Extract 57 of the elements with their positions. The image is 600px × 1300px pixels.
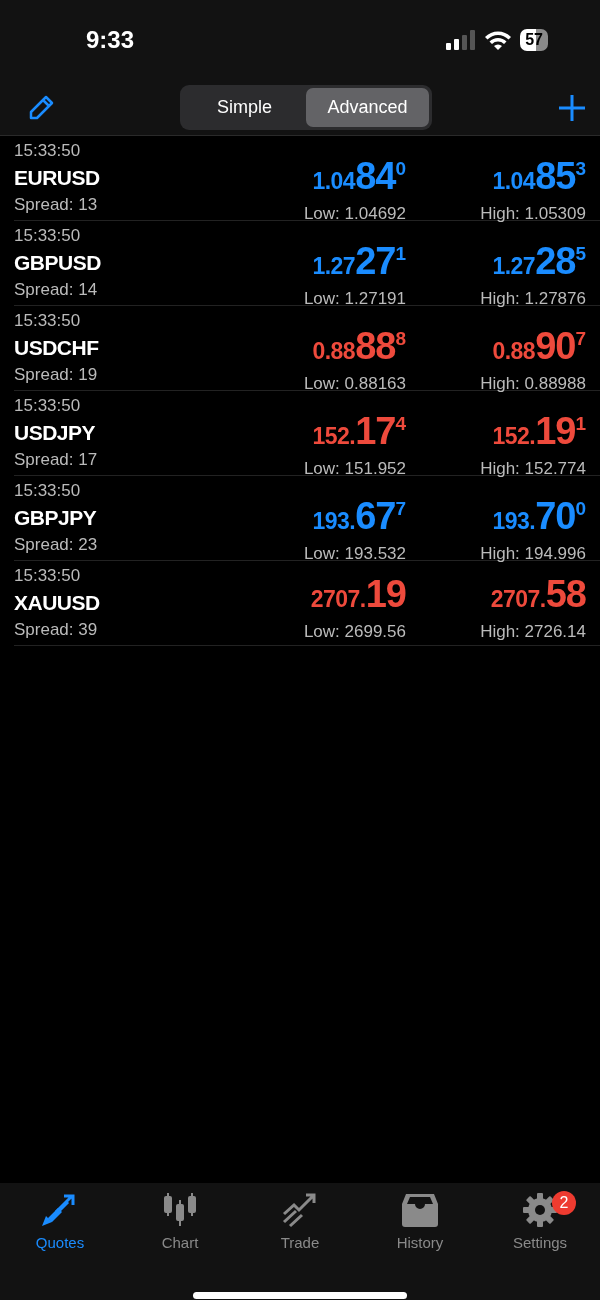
notification-badge: 2 [552,1191,576,1215]
symbol-name[interactable]: XAUUSD [14,586,226,619]
ask-price[interactable]: 1.2728$^{5}$ [492,235,586,288]
ask-price[interactable]: 193.70$^{0}$ [492,490,586,543]
spread-text: Spread: 14 [14,279,99,300]
inbox-icon [400,1192,440,1228]
quote-time: 15:33:50 [14,565,82,586]
low-price: Low: 151.952 [303,458,406,480]
spread-text: Spread: 17 [14,449,99,470]
battery-level: 57 [520,29,548,51]
spread-text: Spread: 13 [14,194,99,215]
spread-text: Spread: 23 [14,534,99,555]
bid-price[interactable]: 1.0484$^{0}$ [312,150,406,203]
low-price: Low: 193.532 [303,543,406,565]
bid-price[interactable]: 1.2727$^{1}$ [312,235,406,288]
high-price: High: 0.88988 [480,373,586,395]
quote-time: 15:33:50 [14,480,82,501]
symbol-name[interactable]: USDCHF [14,331,226,364]
low-price: Low: 1.27191 [303,288,406,310]
high-price: High: 152.774 [480,458,586,480]
wifi-icon [484,30,513,50]
tab-bar-item[interactable]: Settings 2 [480,1191,600,1256]
quote-time: 15:33:50 [14,310,82,331]
tab-bar-item[interactable]: Trade [240,1191,360,1256]
bid-price[interactable]: 193.67$^{7}$ [312,490,406,543]
bid-price[interactable]: 152.17$^{4}$ [312,405,406,458]
segment-tab[interactable]: Simple [183,88,306,127]
segment-tab[interactable]: Advanced [306,88,429,127]
low-price: Low: 1.04692 [303,203,406,225]
spread-text: Spread: 39 [14,619,99,640]
symbol-name[interactable]: GBPUSD [14,246,226,279]
high-price: High: 2726.14 [480,621,586,643]
high-price: High: 1.27876 [480,288,586,310]
quote-time: 15:33:50 [14,395,82,416]
high-price: High: 194.996 [480,543,586,565]
bid-price[interactable]: 2707.19 [310,575,406,621]
ask-price[interactable]: 152.19$^{1}$ [492,405,586,458]
status-time: 9:33 [86,25,135,55]
tab-bar-item[interactable]: History [360,1191,480,1256]
quote-time: 15:33:50 [14,225,82,246]
quote-time: 15:33:50 [14,140,82,161]
add-icon[interactable] [558,93,586,122]
ask-price[interactable]: 1.0485$^{3}$ [492,150,586,203]
tab-bar-item[interactable]: Quotes [0,1191,120,1256]
symbol-name[interactable]: EURUSD [14,161,226,194]
tab-bar-item[interactable]: Chart [120,1191,240,1256]
low-price: Low: 0.88163 [303,373,406,395]
low-price: Low: 2699.56 [303,621,406,643]
high-price: High: 1.05309 [480,203,586,225]
bid-price[interactable]: 0.8888$^{8}$ [312,320,406,373]
spread-text: Spread: 19 [14,364,99,385]
ask-price[interactable]: 0.8890$^{7}$ [492,320,586,373]
symbol-name[interactable]: GBPJPY [14,501,226,534]
edit-icon[interactable] [28,94,54,121]
symbol-name[interactable]: USDJPY [14,416,226,449]
ask-price[interactable]: 2707.58 [490,575,586,621]
signal-icon [446,30,477,50]
